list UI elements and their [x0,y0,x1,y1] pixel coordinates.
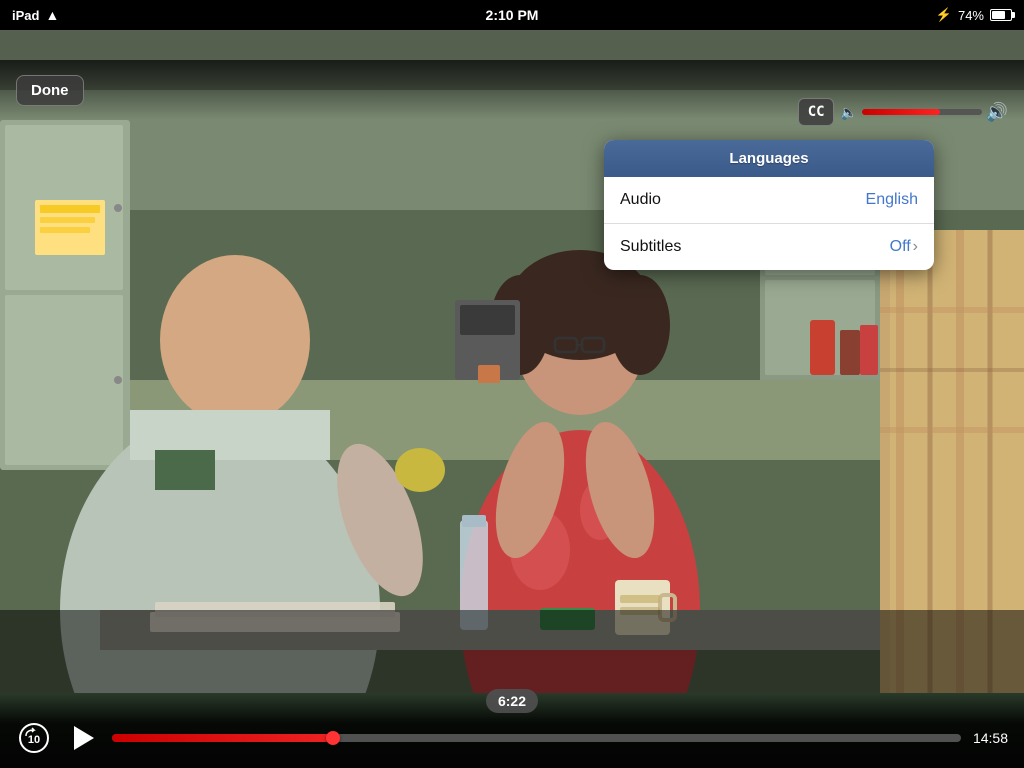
languages-popup: Languages Audio English Subtitles Off › [604,140,934,270]
rewind-button[interactable]: 10 [16,720,52,756]
current-time-bubble: 6:22 [486,689,538,713]
volume-bar[interactable] [862,109,982,115]
subtitles-value-text: Off [890,238,911,256]
volume-high-icon: 🔊 [986,102,1008,123]
progress-thumb [326,731,340,745]
video-area: Done CC 🔈 🔊 Languages Audio English [0,30,1024,768]
done-button[interactable]: Done [16,75,84,106]
battery-indicator [990,9,1012,21]
subtitles-row[interactable]: Subtitles Off › [604,224,934,270]
video-frame [0,30,1024,693]
progress-fill [112,734,333,742]
subtitle-toggle-button[interactable]: CC [798,98,834,126]
current-time-text: 6:22 [498,693,526,709]
bluetooth-icon: ⚡ [936,7,952,23]
status-bar: iPad ▲ 2:10 PM ⚡ 74% [0,0,1024,30]
subtitles-label: Subtitles [620,238,681,256]
audio-label: Audio [620,191,661,209]
top-controls: Done CC 🔈 🔊 [0,60,1024,120]
time-remaining: 14:58 [973,730,1008,746]
battery-percent: 74% [958,8,984,23]
device-label: iPad [12,8,39,23]
bottom-controls: 6:22 10 14:58 [0,693,1024,768]
play-button[interactable] [64,720,100,756]
volume-area: CC 🔈 🔊 [798,98,1008,126]
audio-row[interactable]: Audio English [604,177,934,224]
popup-title: Languages [729,150,808,167]
subtitle-icon: CC [808,104,825,120]
volume-fill [862,109,940,115]
wifi-icon: ▲ [45,7,59,23]
audio-value: English [866,191,918,209]
subtitles-chevron-icon: › [913,238,918,256]
time-display: 2:10 PM [486,7,539,23]
subtitles-value: Off › [890,238,918,256]
progress-bar[interactable] [112,734,961,742]
audio-value-text: English [866,191,918,209]
playback-controls-row: 10 14:58 [16,720,1008,756]
volume-control[interactable]: 🔈 🔊 [840,102,1008,123]
svg-text:10: 10 [28,734,40,746]
volume-low-icon: 🔈 [840,104,857,121]
popup-header: Languages [604,140,934,177]
